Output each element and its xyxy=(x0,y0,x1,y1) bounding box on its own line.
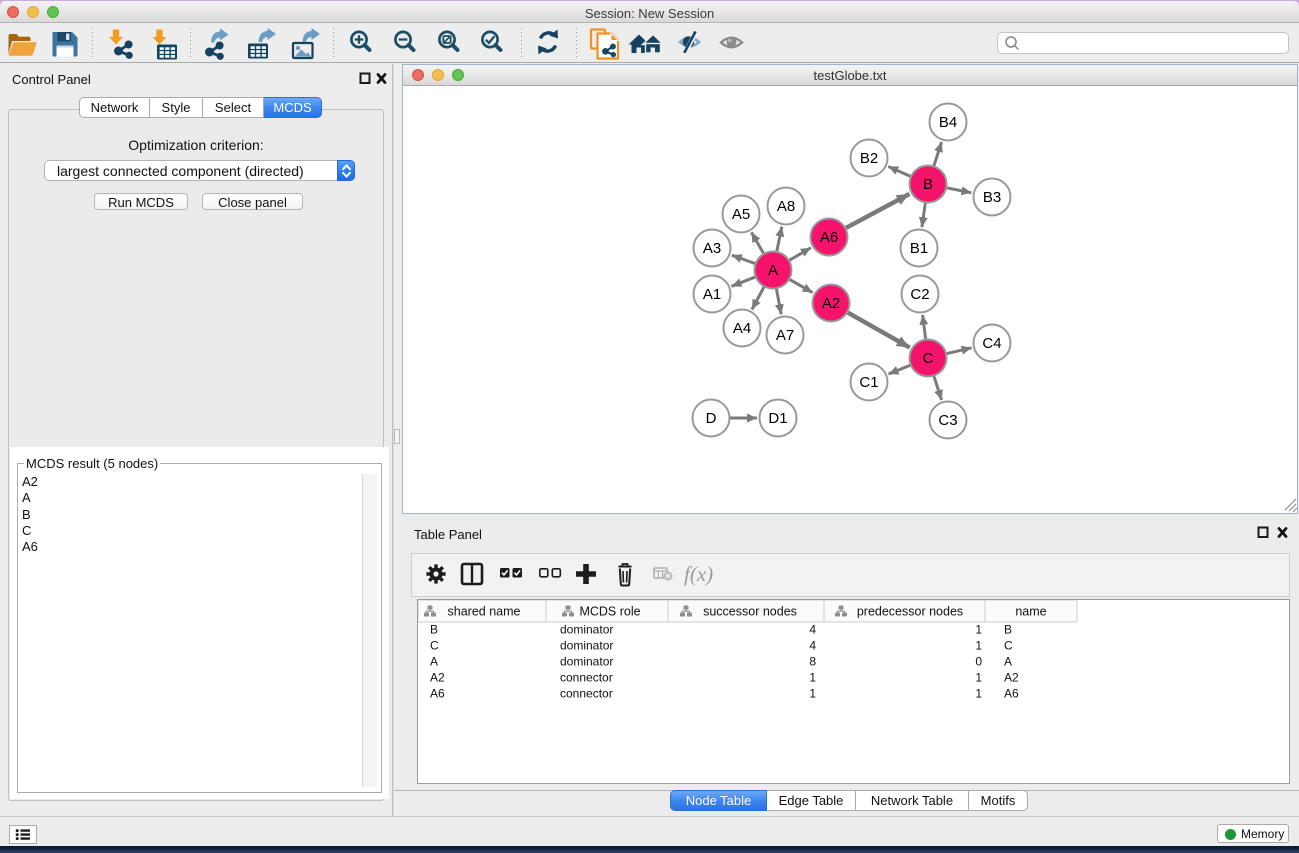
svg-text:f(x): f(x) xyxy=(684,562,713,586)
svg-text:dominator: dominator xyxy=(560,639,613,653)
svg-text:A: A xyxy=(1004,655,1012,669)
svg-text:C4: C4 xyxy=(982,335,1001,352)
svg-text:MCDS role: MCDS role xyxy=(579,605,640,619)
svg-text:8: 8 xyxy=(809,655,816,669)
svg-text:predecessor nodes: predecessor nodes xyxy=(857,605,963,619)
svg-text:4: 4 xyxy=(809,639,816,653)
svg-text:C: C xyxy=(430,639,439,653)
svg-text:connector: connector xyxy=(560,687,613,701)
svg-text:name: name xyxy=(1015,605,1046,619)
svg-text:C: C xyxy=(1004,639,1013,653)
svg-text:A7: A7 xyxy=(776,327,794,344)
svg-text:A2: A2 xyxy=(822,295,840,312)
svg-text:B: B xyxy=(430,623,438,637)
svg-text:1: 1 xyxy=(975,687,982,701)
svg-text:B3: B3 xyxy=(983,189,1001,206)
svg-text:A6: A6 xyxy=(1004,687,1019,701)
svg-text:connector: connector xyxy=(560,671,613,685)
svg-text:1: 1 xyxy=(809,687,816,701)
svg-text:B2: B2 xyxy=(860,150,878,167)
svg-text:successor nodes: successor nodes xyxy=(703,605,797,619)
svg-text:C: C xyxy=(923,350,934,367)
svg-text:dominator: dominator xyxy=(560,623,613,637)
svg-text:0: 0 xyxy=(975,655,982,669)
svg-text:D1: D1 xyxy=(768,410,787,427)
svg-text:A3: A3 xyxy=(703,240,721,257)
svg-text:A6: A6 xyxy=(820,229,838,246)
svg-text:A2: A2 xyxy=(1004,671,1019,685)
svg-text:B: B xyxy=(1004,623,1012,637)
svg-text:1: 1 xyxy=(975,639,982,653)
svg-text:C3: C3 xyxy=(938,412,957,429)
svg-text:B1: B1 xyxy=(910,240,928,257)
svg-text:A: A xyxy=(768,262,778,279)
svg-text:A2: A2 xyxy=(430,671,445,685)
svg-text:1: 1 xyxy=(975,671,982,685)
svg-text:4: 4 xyxy=(809,623,816,637)
svg-text:A5: A5 xyxy=(732,206,750,223)
svg-text:1: 1 xyxy=(809,671,816,685)
svg-text:A6: A6 xyxy=(430,687,445,701)
svg-text:dominator: dominator xyxy=(560,655,613,669)
svg-text:B: B xyxy=(923,176,933,193)
svg-text:D: D xyxy=(706,410,717,427)
svg-text:shared name: shared name xyxy=(448,605,521,619)
svg-text:A8: A8 xyxy=(777,198,795,215)
svg-text:A: A xyxy=(430,655,438,669)
svg-text:A4: A4 xyxy=(733,320,751,337)
svg-text:A1: A1 xyxy=(703,286,721,303)
svg-text:C2: C2 xyxy=(910,286,929,303)
svg-text:1: 1 xyxy=(975,623,982,637)
svg-text:C1: C1 xyxy=(859,374,878,391)
svg-text:B4: B4 xyxy=(939,114,957,131)
